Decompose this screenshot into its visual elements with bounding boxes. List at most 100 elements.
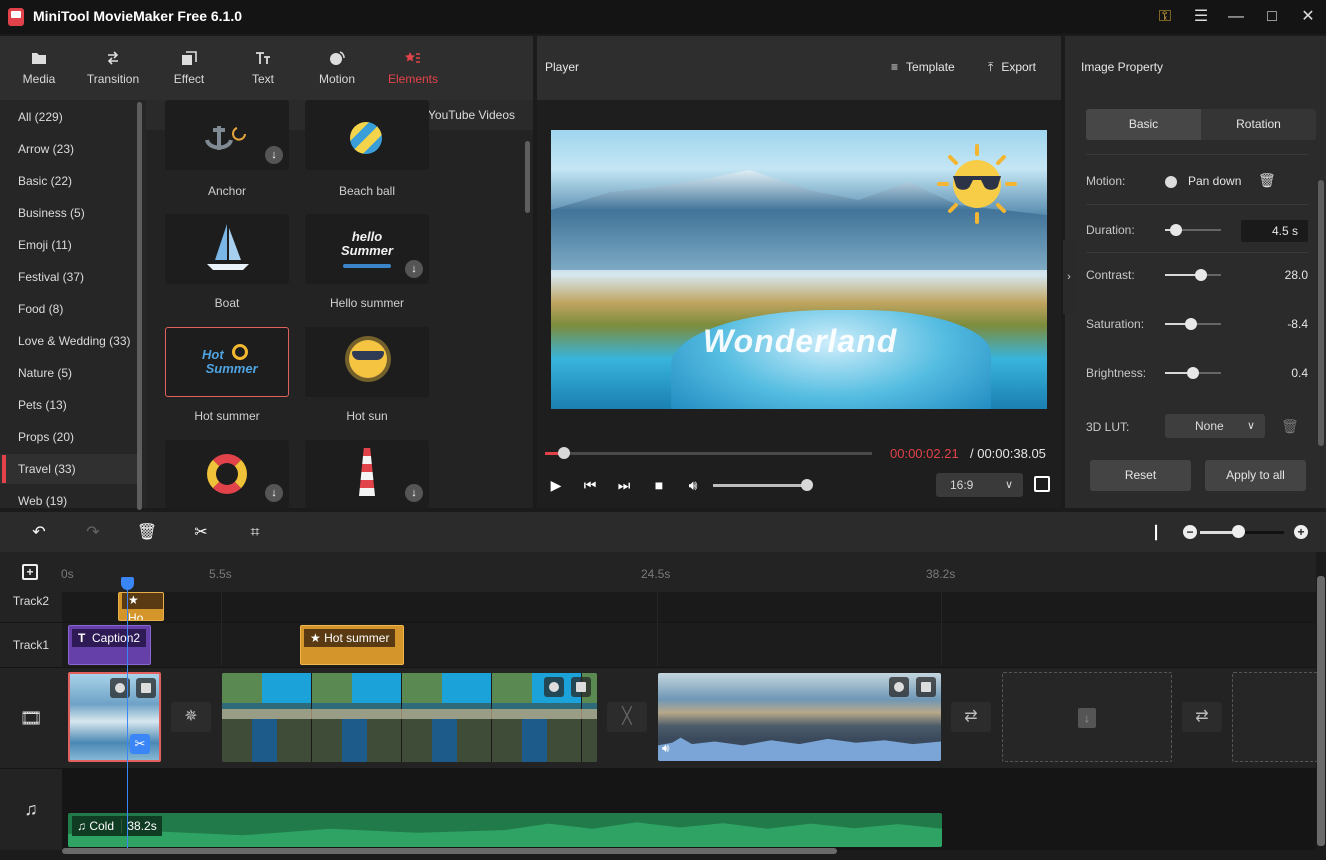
duration-input[interactable]: 4.5 s (1241, 220, 1308, 242)
add-track-icon[interactable]: + (22, 564, 38, 580)
export-button[interactable]: ⤒ Export (988, 60, 1036, 75)
category-item[interactable]: Pets (13) (0, 390, 138, 420)
timeline-horizontal-scrollbar[interactable] (62, 848, 837, 854)
lut-select[interactable]: None ∨ (1165, 414, 1265, 438)
fullscreen-icon[interactable] (1034, 476, 1050, 492)
delete-motion-icon[interactable]: 🗑︎ (1258, 172, 1276, 189)
property-scrollbar[interactable] (1318, 180, 1324, 446)
motion-badge-icon[interactable] (544, 677, 564, 697)
crop-icon[interactable]: ⌗ (244, 522, 266, 544)
caption-clip[interactable]: T Caption2 (68, 625, 151, 665)
element-grid-scrollbar[interactable] (525, 141, 530, 213)
element-tile-lighthouse[interactable]: ↓ (305, 440, 429, 508)
previous-frame-icon[interactable]: ⏮ (580, 476, 600, 494)
category-item[interactable]: Festival (37) (0, 262, 138, 292)
slider-handle[interactable] (1170, 224, 1183, 236)
element-tile-hello-summer[interactable]: hello Summer ↓ (305, 214, 429, 284)
template-button[interactable]: ≡ Template (891, 60, 955, 74)
tab-rotation[interactable]: Rotation (1201, 109, 1316, 140)
empty-media-slot[interactable]: ↓ (1002, 672, 1172, 762)
volume-icon[interactable]: 🔊︎ (683, 476, 703, 494)
delete-icon[interactable]: 🗑︎ (136, 522, 158, 544)
next-frame-icon[interactable]: ⏭ (614, 476, 634, 494)
element-tile-boat[interactable] (165, 214, 289, 284)
contrast-slider[interactable] (1165, 269, 1221, 281)
timeline-zoom-handle[interactable] (1231, 525, 1245, 538)
video-preview[interactable]: Wonderland (551, 130, 1047, 409)
track2-element-clip[interactable]: ★ Ho (118, 592, 164, 621)
element-tile-hot-summer[interactable]: Hot Summer (165, 327, 289, 397)
element-tile-lifebuoy[interactable]: ↓ (165, 440, 289, 508)
zoom-in-icon[interactable]: + (1294, 525, 1308, 539)
element-tile-beach-ball[interactable] (305, 100, 429, 170)
tab-motion[interactable]: Motion (300, 36, 374, 100)
seek-bar[interactable] (545, 447, 872, 459)
undo-icon[interactable]: ↶ (28, 522, 50, 544)
tab-transition[interactable]: Transition (76, 36, 150, 100)
timeline-ruler[interactable]: + 0s 5.5s 24.5s 38.2s (0, 552, 1316, 592)
tab-effect[interactable]: Effect (152, 36, 226, 100)
motion-badge-icon[interactable] (889, 677, 909, 697)
volume-icon[interactable]: 🔊︎ (662, 741, 670, 756)
tab-text[interactable]: Text (226, 36, 300, 100)
play-icon[interactable]: ▶ (546, 476, 566, 494)
effect-badge-icon[interactable] (571, 677, 591, 697)
seek-handle[interactable] (557, 447, 570, 459)
category-item[interactable]: Emoji (11) (0, 230, 138, 260)
apply-to-all-button[interactable]: Apply to all (1205, 460, 1306, 491)
effect-badge-icon[interactable] (916, 677, 936, 697)
playhead-handle[interactable] (121, 577, 134, 590)
element-tile-hot-sun[interactable] (305, 327, 429, 397)
download-icon[interactable]: ↓ (265, 484, 283, 502)
slider-handle[interactable] (1187, 367, 1199, 379)
transition-slot[interactable]: ⇄ (1182, 702, 1222, 732)
category-item[interactable]: All (229) (0, 102, 138, 132)
minimize-icon[interactable]: — (1224, 6, 1248, 28)
reset-button[interactable]: Reset (1090, 460, 1191, 491)
fit-timeline-icon[interactable]: ┃ (1145, 522, 1167, 544)
category-item[interactable]: Basic (22) (0, 166, 138, 196)
aspect-ratio-select[interactable]: 16:9 ∨ (936, 473, 1023, 497)
effect-badge-icon[interactable] (136, 678, 156, 698)
video-clip-2[interactable] (222, 673, 597, 762)
category-item[interactable]: Love & Wedding (33) (0, 326, 138, 356)
split-icon[interactable]: ✂ (130, 734, 150, 754)
redo-icon[interactable]: ↷ (82, 522, 104, 544)
element-tile-anchor[interactable]: ↓ (165, 100, 289, 170)
duration-slider[interactable] (1165, 224, 1221, 236)
transition-slot[interactable]: ⇄ (951, 702, 991, 732)
category-item[interactable]: Nature (5) (0, 358, 138, 388)
video-clip-1[interactable]: ✂ (68, 672, 161, 762)
key-icon[interactable]: ⚿ (1153, 6, 1177, 28)
transition-slot[interactable]: ✵ (171, 702, 211, 732)
category-item-active[interactable]: Travel (33) (0, 454, 138, 484)
category-item[interactable]: Business (5) (0, 198, 138, 228)
timeline-vertical-scrollbar[interactable] (1317, 576, 1325, 846)
empty-media-slot[interactable] (1232, 672, 1322, 762)
menu-icon[interactable]: ☰ (1189, 6, 1213, 28)
stop-icon[interactable]: ■ (649, 476, 669, 494)
tab-basic[interactable]: Basic (1086, 109, 1201, 140)
hot-summer-clip[interactable]: ★ Hot summer (300, 625, 404, 665)
category-item[interactable]: Props (20) (0, 422, 138, 452)
video-clip-3[interactable]: 🔊︎ (658, 673, 941, 761)
download-icon[interactable]: ↓ (405, 484, 423, 502)
audio-clip[interactable]: ♫ Cold 38.2s (68, 813, 942, 847)
download-icon[interactable]: ↓ (405, 260, 423, 278)
category-item[interactable]: Food (8) (0, 294, 138, 324)
volume-handle[interactable] (801, 479, 813, 491)
collapse-panel-handle[interactable]: › (1063, 240, 1075, 314)
transition-slot[interactable]: ╳ (607, 702, 647, 732)
slider-handle[interactable] (1184, 318, 1197, 330)
playhead[interactable] (127, 580, 128, 850)
category-scrollbar[interactable] (137, 102, 142, 510)
maximize-icon[interactable]: □ (1260, 6, 1284, 28)
saturation-slider[interactable] (1165, 318, 1221, 330)
tab-elements[interactable]: Elements (376, 36, 450, 100)
split-icon[interactable]: ✂ (190, 522, 212, 544)
volume-slider[interactable] (713, 484, 807, 487)
download-icon[interactable]: ↓ (265, 146, 283, 164)
close-icon[interactable]: ✕ (1296, 6, 1320, 28)
tab-media[interactable]: Media (2, 36, 76, 100)
delete-lut-icon[interactable]: 🗑︎ (1281, 418, 1299, 435)
